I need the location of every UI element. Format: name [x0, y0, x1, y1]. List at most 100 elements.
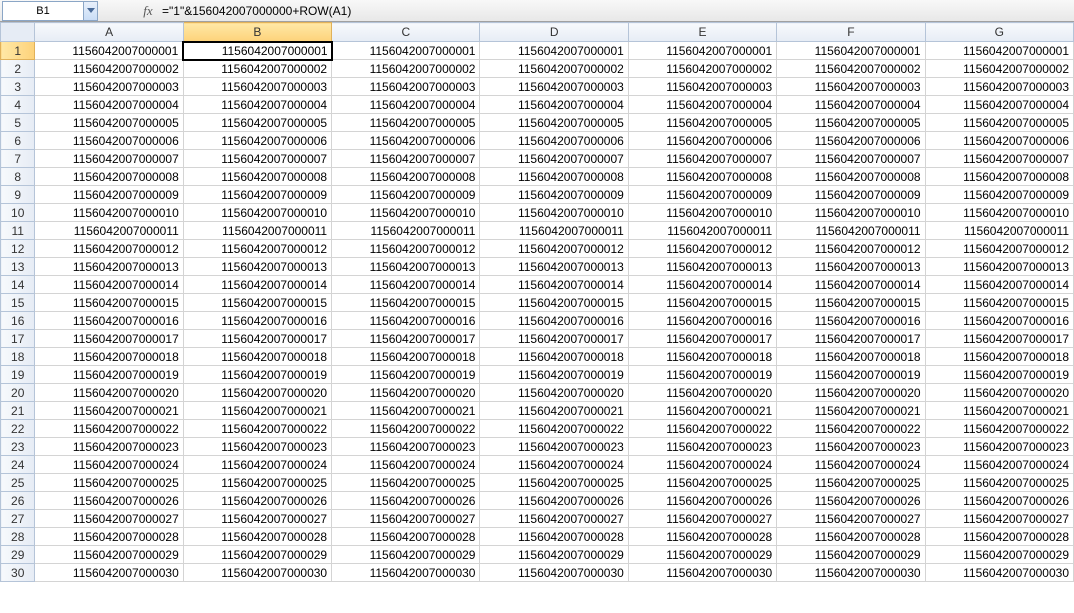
cell-G8[interactable]: 1156042007000008	[925, 168, 1073, 186]
cell-G25[interactable]: 1156042007000025	[925, 474, 1073, 492]
cell-A20[interactable]: 1156042007000020	[35, 384, 183, 402]
cell-C30[interactable]: 1156042007000030	[332, 564, 480, 582]
cell-C18[interactable]: 1156042007000018	[332, 348, 480, 366]
cell-C16[interactable]: 1156042007000016	[332, 312, 480, 330]
cell-B20[interactable]: 1156042007000020	[183, 384, 331, 402]
row-header-27[interactable]: 27	[1, 510, 35, 528]
cell-E4[interactable]: 1156042007000004	[628, 96, 776, 114]
cell-D20[interactable]: 1156042007000020	[480, 384, 628, 402]
cell-G26[interactable]: 1156042007000026	[925, 492, 1073, 510]
cell-C22[interactable]: 1156042007000022	[332, 420, 480, 438]
cell-A24[interactable]: 1156042007000024	[35, 456, 183, 474]
cell-A2[interactable]: 1156042007000002	[35, 60, 183, 78]
cell-B25[interactable]: 1156042007000025	[183, 474, 331, 492]
cell-D12[interactable]: 1156042007000012	[480, 240, 628, 258]
cell-D1[interactable]: 1156042007000001	[480, 42, 628, 60]
cell-F27[interactable]: 1156042007000027	[777, 510, 925, 528]
cell-F29[interactable]: 1156042007000029	[777, 546, 925, 564]
cell-B27[interactable]: 1156042007000027	[183, 510, 331, 528]
cell-A23[interactable]: 1156042007000023	[35, 438, 183, 456]
cell-G29[interactable]: 1156042007000029	[925, 546, 1073, 564]
cell-A28[interactable]: 1156042007000028	[35, 528, 183, 546]
cell-B19[interactable]: 1156042007000019	[183, 366, 331, 384]
cell-A6[interactable]: 1156042007000006	[35, 132, 183, 150]
cell-A4[interactable]: 1156042007000004	[35, 96, 183, 114]
row-header-9[interactable]: 9	[1, 186, 35, 204]
cell-B3[interactable]: 1156042007000003	[183, 78, 331, 96]
cell-B5[interactable]: 1156042007000005	[183, 114, 331, 132]
cell-A18[interactable]: 1156042007000018	[35, 348, 183, 366]
select-all-corner[interactable]	[1, 23, 35, 42]
cell-A3[interactable]: 1156042007000003	[35, 78, 183, 96]
cell-A7[interactable]: 1156042007000007	[35, 150, 183, 168]
cell-E11[interactable]: 1156042007000011	[628, 222, 776, 240]
cell-G11[interactable]: 1156042007000011	[925, 222, 1073, 240]
cell-A16[interactable]: 1156042007000016	[35, 312, 183, 330]
row-header-2[interactable]: 2	[1, 60, 35, 78]
cell-C14[interactable]: 1156042007000014	[332, 276, 480, 294]
cell-B14[interactable]: 1156042007000014	[183, 276, 331, 294]
cell-D6[interactable]: 1156042007000006	[480, 132, 628, 150]
cell-F14[interactable]: 1156042007000014	[777, 276, 925, 294]
cell-F19[interactable]: 1156042007000019	[777, 366, 925, 384]
cell-F25[interactable]: 1156042007000025	[777, 474, 925, 492]
cell-C9[interactable]: 1156042007000009	[332, 186, 480, 204]
cell-B16[interactable]: 1156042007000016	[183, 312, 331, 330]
cell-C26[interactable]: 1156042007000026	[332, 492, 480, 510]
cell-B30[interactable]: 1156042007000030	[183, 564, 331, 582]
row-header-29[interactable]: 29	[1, 546, 35, 564]
fx-icon[interactable]: fx	[138, 3, 158, 19]
cell-F13[interactable]: 1156042007000013	[777, 258, 925, 276]
cell-C28[interactable]: 1156042007000028	[332, 528, 480, 546]
cell-E28[interactable]: 1156042007000028	[628, 528, 776, 546]
cell-E12[interactable]: 1156042007000012	[628, 240, 776, 258]
col-header-F[interactable]: F	[777, 23, 925, 42]
cell-D19[interactable]: 1156042007000019	[480, 366, 628, 384]
cell-F5[interactable]: 1156042007000005	[777, 114, 925, 132]
cell-D15[interactable]: 1156042007000015	[480, 294, 628, 312]
cell-G1[interactable]: 1156042007000001	[925, 42, 1073, 60]
cell-D10[interactable]: 1156042007000010	[480, 204, 628, 222]
cell-A17[interactable]: 1156042007000017	[35, 330, 183, 348]
cell-B12[interactable]: 1156042007000012	[183, 240, 331, 258]
cell-D16[interactable]: 1156042007000016	[480, 312, 628, 330]
cell-G12[interactable]: 1156042007000012	[925, 240, 1073, 258]
row-header-1[interactable]: 1	[1, 42, 35, 60]
cell-E1[interactable]: 1156042007000001	[628, 42, 776, 60]
cell-D18[interactable]: 1156042007000018	[480, 348, 628, 366]
cell-E27[interactable]: 1156042007000027	[628, 510, 776, 528]
cell-C21[interactable]: 1156042007000021	[332, 402, 480, 420]
cell-C17[interactable]: 1156042007000017	[332, 330, 480, 348]
cell-E20[interactable]: 1156042007000020	[628, 384, 776, 402]
cell-D2[interactable]: 1156042007000002	[480, 60, 628, 78]
cell-B24[interactable]: 1156042007000024	[183, 456, 331, 474]
col-header-E[interactable]: E	[628, 23, 776, 42]
cell-E23[interactable]: 1156042007000023	[628, 438, 776, 456]
cell-G16[interactable]: 1156042007000016	[925, 312, 1073, 330]
formula-input[interactable]	[158, 4, 1074, 18]
cell-A30[interactable]: 1156042007000030	[35, 564, 183, 582]
cell-B7[interactable]: 1156042007000007	[183, 150, 331, 168]
cell-C27[interactable]: 1156042007000027	[332, 510, 480, 528]
row-header-22[interactable]: 22	[1, 420, 35, 438]
cell-F24[interactable]: 1156042007000024	[777, 456, 925, 474]
cell-F22[interactable]: 1156042007000022	[777, 420, 925, 438]
cell-C8[interactable]: 1156042007000008	[332, 168, 480, 186]
cell-F23[interactable]: 1156042007000023	[777, 438, 925, 456]
cell-E17[interactable]: 1156042007000017	[628, 330, 776, 348]
name-box[interactable]: B1	[2, 1, 98, 21]
cell-A13[interactable]: 1156042007000013	[35, 258, 183, 276]
cell-F8[interactable]: 1156042007000008	[777, 168, 925, 186]
cell-A14[interactable]: 1156042007000014	[35, 276, 183, 294]
cell-C1[interactable]: 1156042007000001	[332, 42, 480, 60]
cell-C2[interactable]: 1156042007000002	[332, 60, 480, 78]
row-header-4[interactable]: 4	[1, 96, 35, 114]
cell-A11[interactable]: 1156042007000011	[35, 222, 183, 240]
cell-C23[interactable]: 1156042007000023	[332, 438, 480, 456]
cell-E16[interactable]: 1156042007000016	[628, 312, 776, 330]
cell-G6[interactable]: 1156042007000006	[925, 132, 1073, 150]
cell-D23[interactable]: 1156042007000023	[480, 438, 628, 456]
cell-A21[interactable]: 1156042007000021	[35, 402, 183, 420]
cell-G5[interactable]: 1156042007000005	[925, 114, 1073, 132]
cell-D29[interactable]: 1156042007000029	[480, 546, 628, 564]
